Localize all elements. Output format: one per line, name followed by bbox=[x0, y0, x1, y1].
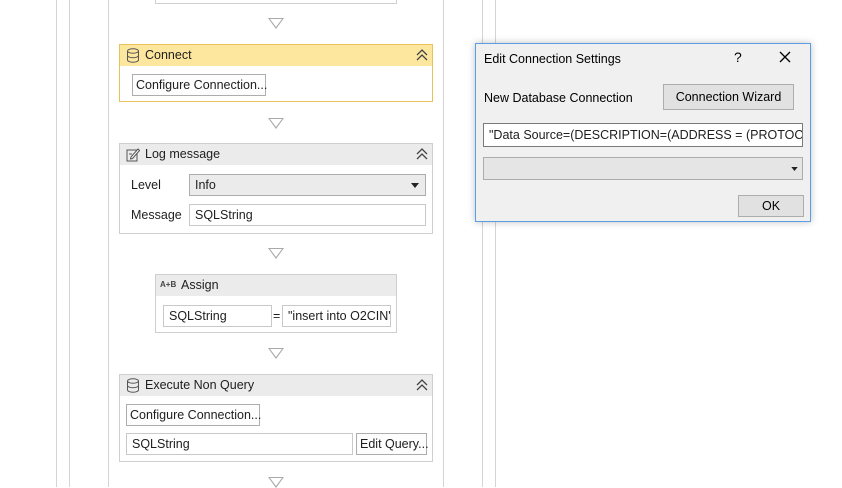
collapse-icon[interactable] bbox=[416, 147, 428, 161]
message-input[interactable]: SQLString bbox=[189, 204, 426, 226]
ok-button[interactable]: OK bbox=[738, 195, 804, 217]
log-pencil-icon bbox=[126, 148, 140, 162]
close-icon[interactable] bbox=[779, 51, 791, 63]
activity-title: Connect bbox=[145, 48, 192, 62]
flow-arrow-icon bbox=[268, 118, 284, 129]
message-label: Message bbox=[131, 208, 182, 222]
canvas-guide-line bbox=[69, 0, 70, 487]
flow-arrow-icon bbox=[268, 477, 284, 488]
assign-target-input[interactable]: SQLString bbox=[163, 305, 272, 327]
dropdown-arrow-icon bbox=[791, 167, 798, 171]
provider-select[interactable] bbox=[483, 157, 803, 180]
assign-activity-header[interactable]: A+B Assign bbox=[156, 275, 396, 296]
flow-arrow-icon bbox=[268, 348, 284, 359]
activity-title: Execute Non Query bbox=[145, 378, 255, 392]
collapse-icon[interactable] bbox=[416, 48, 428, 62]
log-message-activity-header[interactable]: Log message bbox=[120, 144, 432, 165]
database-icon bbox=[127, 48, 139, 63]
sequence-border-left bbox=[108, 0, 109, 487]
flow-arrow-icon bbox=[268, 18, 284, 29]
execute-non-query-activity[interactable]: Execute Non Query Configure Connection..… bbox=[119, 374, 433, 462]
assign-icon: A+B bbox=[160, 280, 177, 289]
dropdown-arrow-icon bbox=[411, 183, 419, 188]
connection-wizard-button[interactable]: Connection Wizard bbox=[663, 84, 794, 110]
sequence-border-right bbox=[443, 0, 444, 487]
dialog-title: Edit Connection Settings bbox=[484, 52, 621, 66]
flow-arrow-icon bbox=[268, 248, 284, 259]
activity-title: Assign bbox=[181, 278, 219, 292]
level-select[interactable]: Info bbox=[189, 174, 426, 196]
execute-non-query-activity-header[interactable]: Execute Non Query bbox=[120, 375, 432, 396]
canvas-guide-line bbox=[56, 0, 57, 487]
new-connection-label: New Database Connection bbox=[484, 91, 633, 105]
activity-title: Log message bbox=[145, 147, 221, 161]
configure-connection-button[interactable]: Configure Connection... bbox=[126, 404, 261, 426]
level-label: Level bbox=[131, 178, 161, 192]
edit-query-button[interactable]: Edit Query... bbox=[356, 433, 429, 455]
connect-activity[interactable]: Connect Configure Connection... bbox=[119, 44, 433, 102]
assign-value-input[interactable]: "insert into O2CIN' bbox=[282, 305, 391, 327]
database-icon bbox=[127, 378, 139, 393]
sql-input[interactable]: SQLString bbox=[126, 433, 353, 455]
connection-string-input[interactable]: "Data Source=(DESCRIPTION=(ADDRESS = (PR… bbox=[483, 123, 803, 147]
connect-activity-header[interactable]: Connect bbox=[120, 45, 432, 66]
previous-activity-edge bbox=[155, 0, 397, 4]
assign-activity[interactable]: A+B Assign SQLString = "insert into O2CI… bbox=[155, 274, 397, 333]
edit-connection-dialog: Edit Connection Settings ? New Database … bbox=[475, 43, 811, 222]
level-select-value: Info bbox=[195, 178, 216, 192]
assign-equals: = bbox=[273, 309, 281, 323]
log-message-activity[interactable]: Log message Level Info Message SQLString bbox=[119, 143, 433, 234]
collapse-icon[interactable] bbox=[416, 378, 428, 392]
configure-connection-button[interactable]: Configure Connection... bbox=[132, 74, 267, 96]
help-button[interactable]: ? bbox=[734, 49, 742, 65]
